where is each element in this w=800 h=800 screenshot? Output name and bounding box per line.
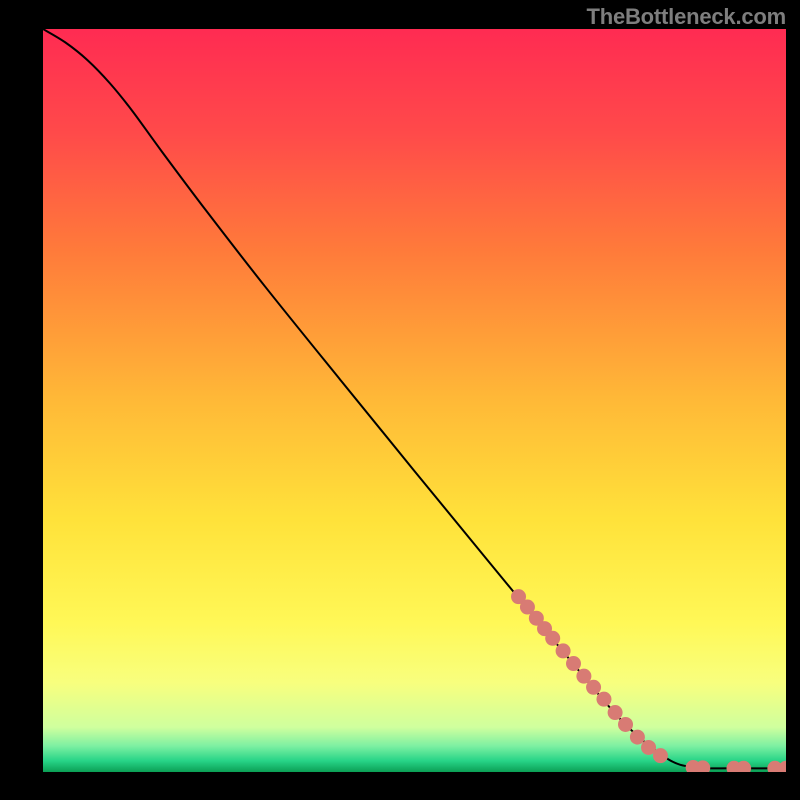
highlight-dot <box>556 643 571 658</box>
watermark-text: TheBottleneck.com <box>586 4 786 30</box>
highlight-dot <box>608 705 623 720</box>
highlight-dot <box>566 656 581 671</box>
chart-svg <box>43 29 786 772</box>
chart-plot-area <box>43 29 786 772</box>
highlight-dot <box>545 631 560 646</box>
highlight-dot <box>586 680 601 695</box>
highlight-dot <box>596 692 611 707</box>
chart-frame: TheBottleneck.com <box>0 0 800 800</box>
highlight-dot <box>653 748 668 763</box>
highlight-dot <box>618 717 633 732</box>
highlight-dot <box>630 730 645 745</box>
